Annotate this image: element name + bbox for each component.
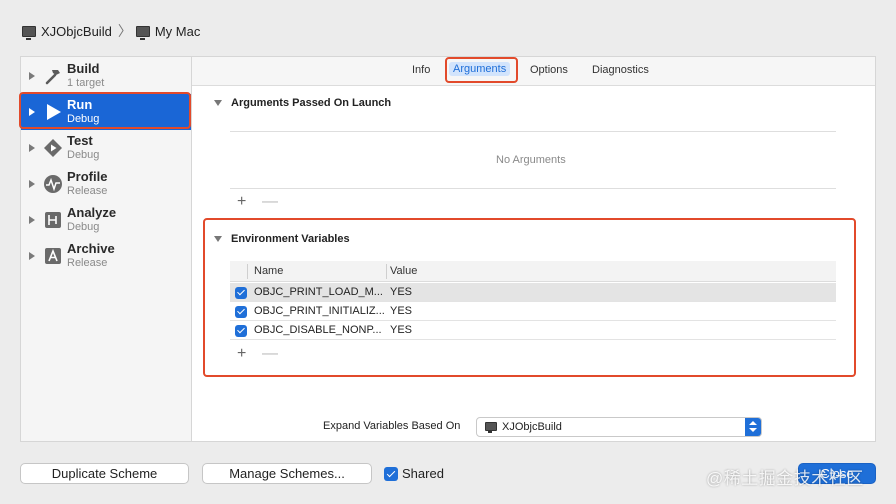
breadcrumb-scheme[interactable]: XJObjcBuild	[41, 24, 112, 39]
disclosure-triangle-icon[interactable]	[29, 72, 35, 80]
sidebar-item-subtitle: Debug	[67, 149, 100, 161]
scheme-icon	[22, 25, 36, 40]
disclosure-triangle-icon[interactable]	[29, 216, 35, 224]
no-arguments-text: No Arguments	[496, 154, 566, 166]
tab-options[interactable]: Options	[530, 64, 568, 76]
hammer-icon	[45, 70, 60, 85]
divider	[230, 131, 836, 132]
manage-schemes-button[interactable]: Manage Schemes...	[202, 463, 372, 484]
waveform-icon	[44, 175, 62, 193]
add-argument-button[interactable]: +	[237, 194, 246, 210]
breadcrumb-destination[interactable]: My Mac	[155, 24, 201, 39]
watermark: @稀土掘金技术社区	[706, 469, 864, 488]
sidebar-item-title: Analyze	[67, 205, 117, 220]
breadcrumb-separator: 〉	[117, 23, 132, 39]
sidebar-item-subtitle: 1 target	[67, 77, 105, 89]
diamond-play-icon	[44, 139, 62, 157]
sidebar-item-title: Profile	[67, 169, 108, 184]
sidebar-item-profile[interactable]: Profile Release	[21, 166, 192, 202]
analyze-icon	[45, 212, 61, 228]
expand-variables-label: Expand Variables Based On	[323, 420, 461, 432]
sidebar-item-subtitle: Release	[67, 185, 108, 197]
collapse-arguments-icon[interactable]	[214, 100, 222, 106]
annotation-highlight-arguments-tab	[445, 57, 518, 83]
annotation-highlight-environment	[203, 218, 856, 377]
mac-icon	[135, 25, 150, 40]
annotation-highlight-run	[19, 92, 191, 129]
scheme-icon	[485, 422, 497, 433]
sidebar-item-subtitle: Release	[67, 257, 108, 269]
disclosure-triangle-icon[interactable]	[29, 180, 35, 188]
sidebar-item-build[interactable]: Build 1 target	[21, 58, 192, 94]
sidebar-item-subtitle: Debug	[67, 221, 100, 233]
sidebar-item-test[interactable]: Test Debug	[21, 130, 192, 166]
expand-variables-value: XJObjcBuild	[502, 421, 562, 433]
archive-icon	[45, 248, 61, 264]
breadcrumb: XJObjcBuild 〉 My Mac	[22, 22, 200, 40]
shared-checkbox[interactable]	[384, 467, 398, 481]
sidebar-item-analyze[interactable]: Analyze Debug	[21, 202, 192, 238]
expand-variables-popup[interactable]: XJObjcBuild	[476, 417, 762, 437]
sidebar-item-title: Build	[67, 61, 100, 76]
tab-bar: Info Arguments Options Diagnostics	[192, 57, 875, 86]
sidebar-item-title: Archive	[67, 241, 115, 256]
tab-info[interactable]: Info	[412, 64, 430, 76]
arguments-section-title: Arguments Passed On Launch	[231, 97, 392, 109]
tab-diagnostics[interactable]: Diagnostics	[592, 64, 649, 76]
disclosure-triangle-icon[interactable]	[29, 252, 35, 260]
popup-arrows-icon[interactable]	[745, 418, 761, 436]
sidebar-item-archive[interactable]: Archive Release	[21, 238, 192, 274]
disclosure-triangle-icon[interactable]	[29, 144, 35, 152]
remove-argument-button[interactable]: —	[262, 194, 278, 210]
duplicate-scheme-button[interactable]: Duplicate Scheme	[20, 463, 189, 484]
shared-label[interactable]: Shared	[402, 466, 444, 481]
divider	[230, 188, 836, 189]
sidebar-item-title: Test	[67, 133, 93, 148]
